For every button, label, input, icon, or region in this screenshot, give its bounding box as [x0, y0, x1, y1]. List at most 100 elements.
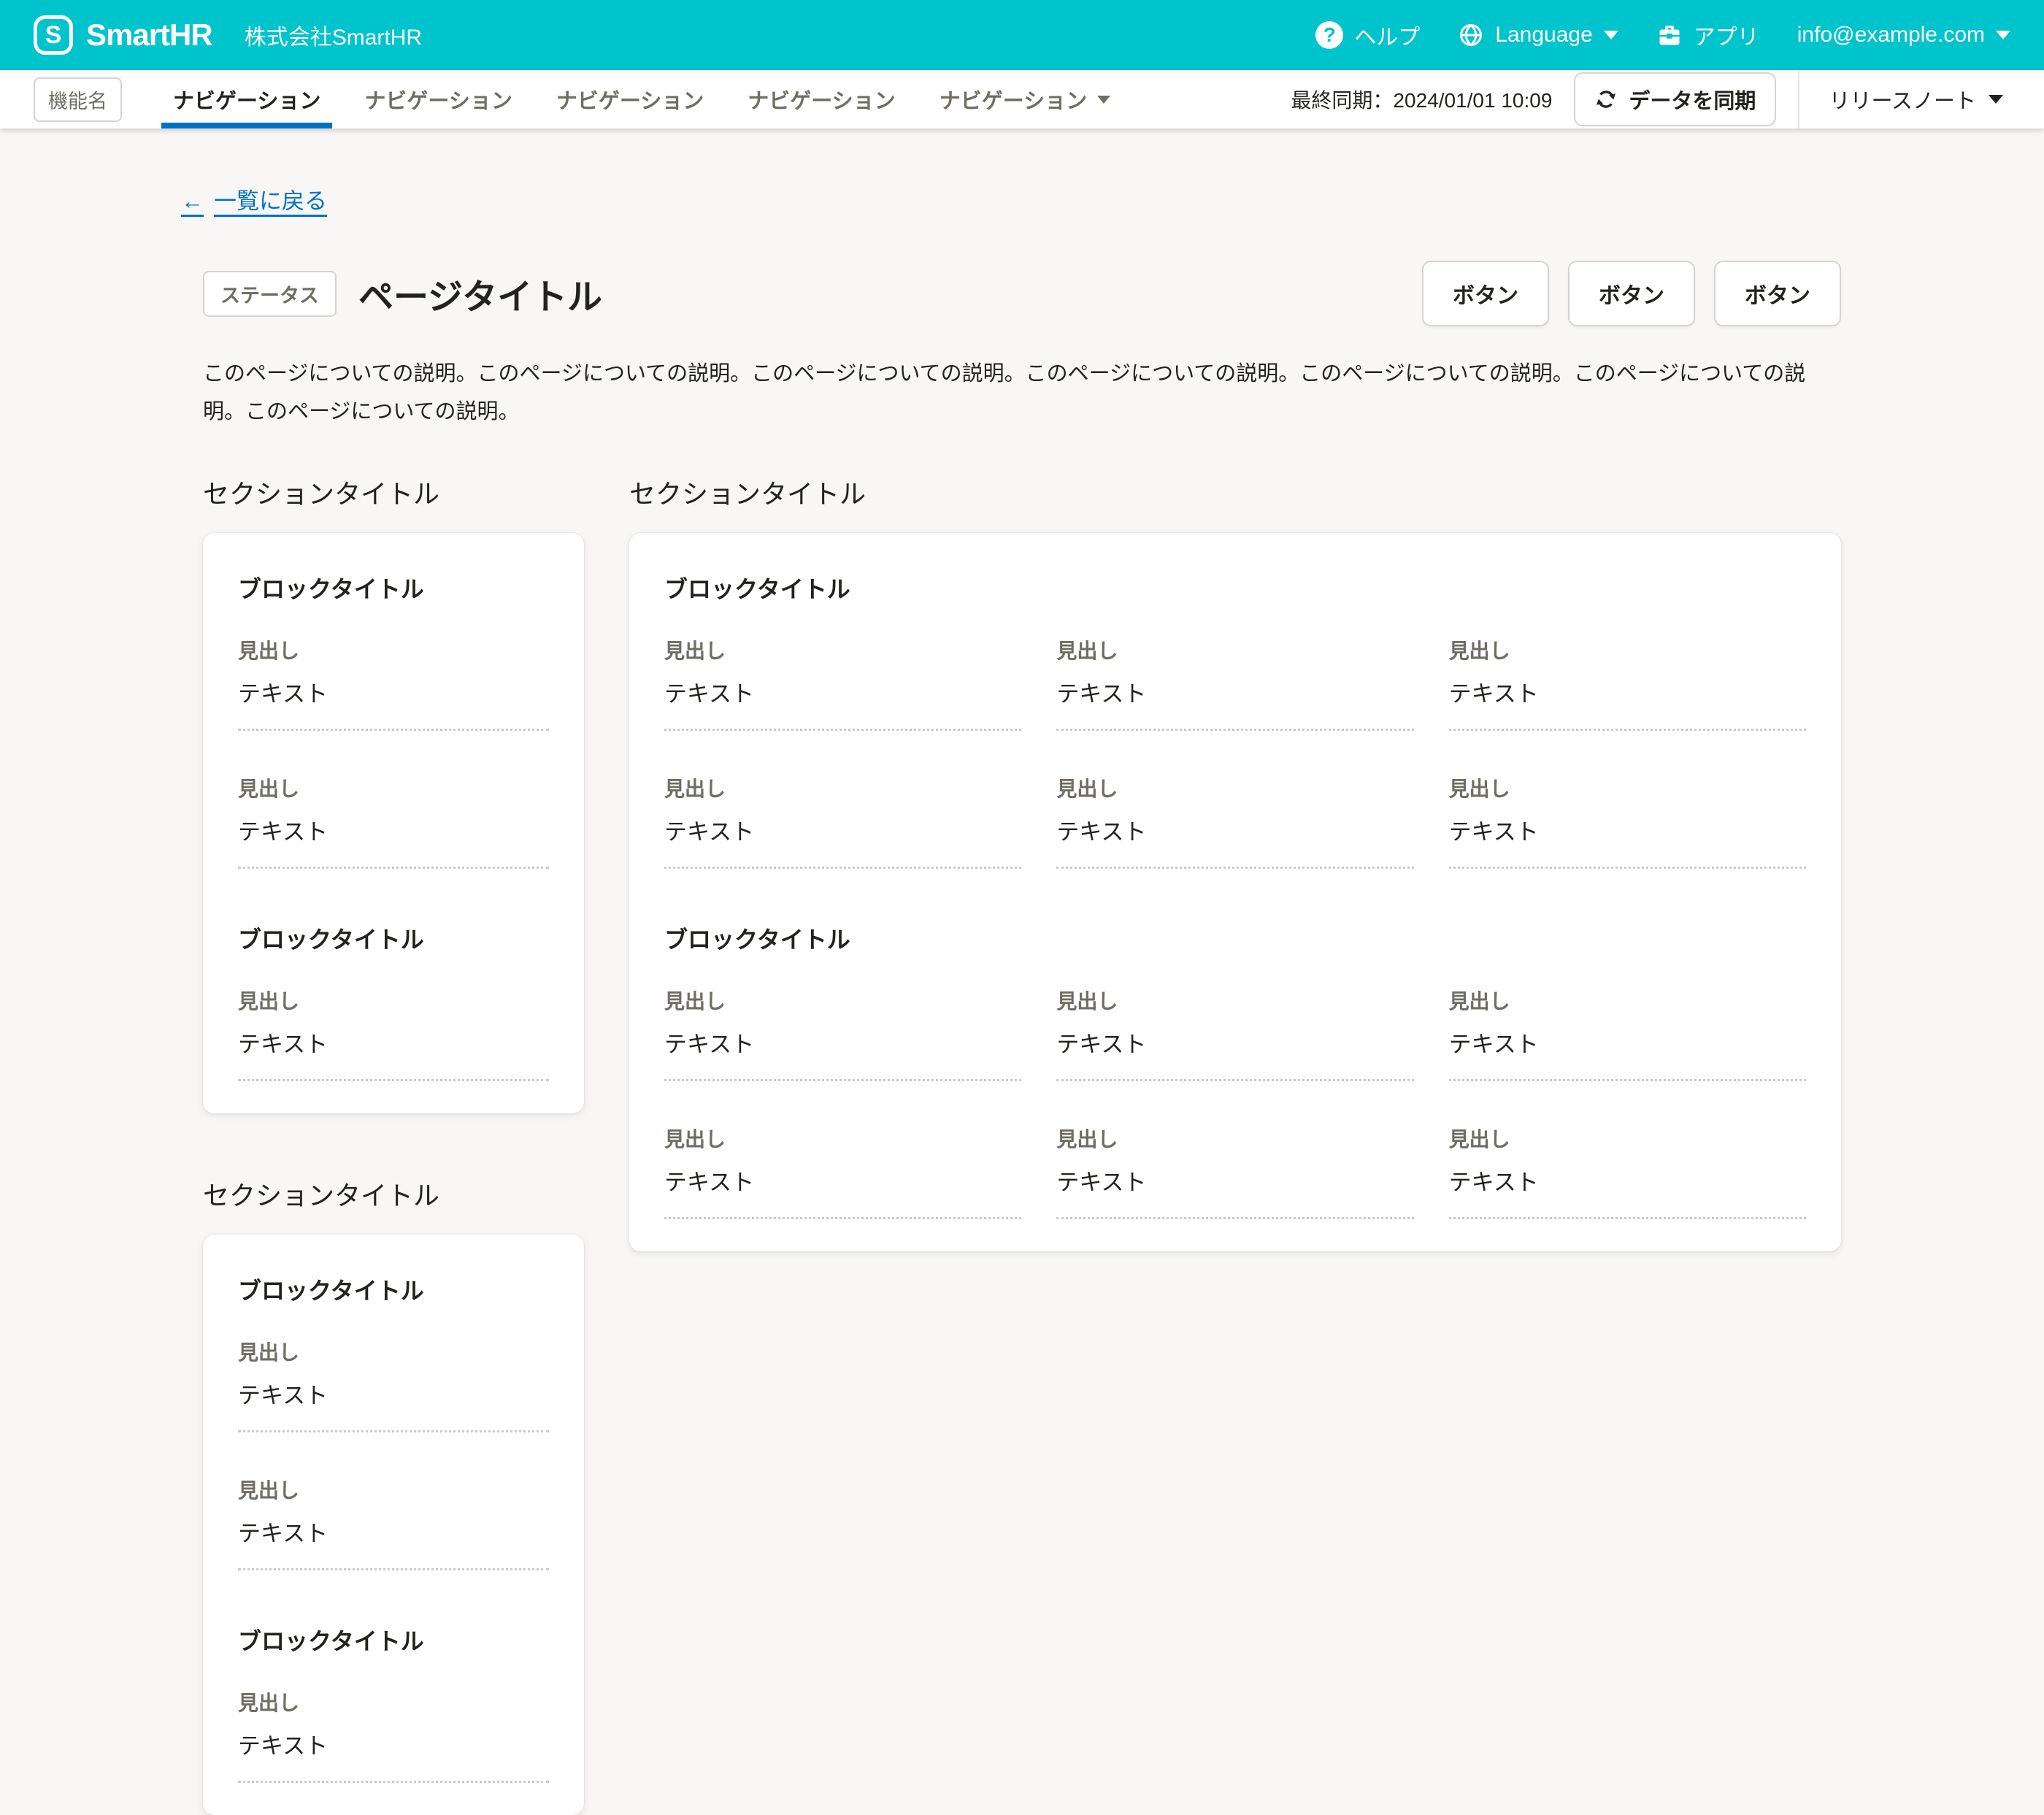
nav-tab-4[interactable]: ナビゲーション	[726, 70, 917, 128]
site-header: S SmartHR 株式会社SmartHR ? ヘルプ Language アプリ…	[0, 0, 2044, 70]
field-group: 見出し テキスト	[1449, 635, 1806, 731]
field-group: 見出し テキスト	[1449, 1124, 1806, 1219]
page-header: ステータス ページタイトル ボタン ボタン ボタン	[203, 261, 1841, 326]
block-title: ブロックタイトル	[238, 921, 549, 955]
field-group: 見出し テキスト	[1056, 1124, 1413, 1219]
release-notes-menu[interactable]: リリースノート	[1821, 84, 2010, 115]
field-group: 見出し テキスト	[238, 635, 549, 731]
apps-menu[interactable]: アプリ	[1656, 19, 1759, 51]
section-2: セクションタイトル ブロックタイトル 見出し テキスト 見出し テキスト	[629, 473, 1841, 1251]
card: ブロックタイトル 見出し テキスト 見出し テキスト ブロックタイトル	[203, 1235, 584, 1815]
nav-tabs: ナビゲーション ナビゲーション ナビゲーション ナビゲーション ナビゲーション	[151, 70, 1132, 128]
header-actions: ? ヘルプ Language アプリ info@example.com	[1315, 19, 2010, 51]
block-title: ブロックタイトル	[238, 1623, 549, 1657]
field-label: 見出し	[1449, 1124, 1806, 1153]
field-group: 見出し テキスト	[238, 1687, 549, 1783]
section-title: セクションタイトル	[203, 1175, 584, 1213]
field-value: テキスト	[664, 813, 1021, 846]
field-value: テキスト	[238, 813, 549, 846]
nav-tab-label: ナビゲーション	[748, 84, 895, 115]
nav-tab-5[interactable]: ナビゲーション	[918, 70, 1132, 128]
account-email: info@example.com	[1797, 23, 1985, 47]
help-menu[interactable]: ? ヘルプ	[1315, 19, 1420, 51]
nav-tab-label: ナビゲーション	[364, 84, 512, 115]
field-value: テキスト	[238, 1727, 549, 1760]
field-group: 見出し テキスト	[238, 986, 549, 1081]
nav-tab-2[interactable]: ナビゲーション	[342, 70, 534, 128]
company-name: 株式会社SmartHR	[245, 19, 422, 51]
account-menu[interactable]: info@example.com	[1797, 23, 2010, 47]
help-label: ヘルプ	[1354, 19, 1420, 51]
field-label: 見出し	[238, 986, 549, 1015]
field-label: 見出し	[1449, 635, 1806, 664]
field-value: テキスト	[1056, 675, 1413, 708]
block: ブロックタイトル 見出し テキスト 見出し テキスト 見出し	[664, 571, 1806, 869]
field-label: 見出し	[238, 635, 549, 664]
field-value: テキスト	[664, 675, 1021, 708]
chevron-down-icon	[1989, 95, 2003, 104]
field-group: 見出し テキスト	[1056, 773, 1413, 869]
action-button-1[interactable]: ボタン	[1422, 261, 1549, 326]
block-title: ブロックタイトル	[664, 571, 1806, 605]
content-columns: セクションタイトル ブロックタイトル 見出し テキスト 見出し テキスト	[203, 473, 1841, 1815]
field-label: 見出し	[664, 986, 1021, 1015]
brand-logo[interactable]: S SmartHR	[34, 15, 212, 55]
field-label: 見出し	[664, 773, 1021, 802]
field-label: 見出し	[664, 635, 1021, 664]
field-group: 見出し テキスト	[1449, 986, 1806, 1081]
field-label: 見出し	[238, 1687, 549, 1716]
chevron-down-icon	[1097, 96, 1110, 104]
language-menu[interactable]: Language	[1458, 22, 1618, 48]
field-value: テキスト	[1056, 1164, 1413, 1197]
field-value: テキスト	[664, 1026, 1021, 1059]
title-group: ステータス ページタイトル	[203, 268, 602, 319]
field-label: 見出し	[238, 1475, 549, 1504]
field-value: テキスト	[238, 1515, 549, 1548]
refresh-icon	[1594, 88, 1618, 111]
field-value: テキスト	[238, 675, 549, 708]
field-group: 見出し テキスト	[1056, 635, 1413, 731]
sync-data-button[interactable]: データを同期	[1574, 72, 1776, 126]
section-title: セクションタイトル	[629, 473, 1841, 511]
status-badge: ステータス	[203, 271, 337, 317]
field-value: テキスト	[1056, 813, 1413, 846]
chevron-down-icon	[1996, 31, 2010, 39]
nav-tab-3[interactable]: ナビゲーション	[534, 70, 726, 128]
language-label: Language	[1495, 23, 1592, 47]
right-column: セクションタイトル ブロックタイトル 見出し テキスト 見出し テキスト	[629, 473, 1841, 1251]
field-label: 見出し	[1056, 635, 1413, 664]
nav-tab-1[interactable]: ナビゲーション	[151, 70, 342, 128]
card: ブロックタイトル 見出し テキスト 見出し テキスト 見出し	[629, 533, 1841, 1251]
left-arrow-icon: ←	[181, 188, 204, 214]
field-group: 見出し テキスト	[664, 635, 1021, 731]
briefcase-icon	[1656, 22, 1683, 48]
left-column: セクションタイトル ブロックタイトル 見出し テキスト 見出し テキスト	[203, 473, 584, 1815]
card: ブロックタイトル 見出し テキスト 見出し テキスト ブロックタイトル	[203, 533, 584, 1113]
nav-tab-label: ナビゲーション	[173, 84, 320, 115]
action-button-3[interactable]: ボタン	[1714, 261, 1841, 326]
block-title: ブロックタイトル	[664, 921, 1806, 955]
field-group: 見出し テキスト	[664, 773, 1021, 869]
action-button-2[interactable]: ボタン	[1568, 261, 1695, 326]
field-group: 見出し テキスト	[1449, 773, 1806, 869]
section-title: セクションタイトル	[203, 473, 584, 511]
block: ブロックタイトル 見出し テキスト 見出し テキスト	[238, 571, 549, 869]
block: ブロックタイトル 見出し テキスト 見出し テキスト	[238, 1273, 549, 1570]
back-to-list-link[interactable]: ←一覧に戻る	[181, 183, 327, 215]
field-value: テキスト	[1056, 1026, 1413, 1059]
field-label: 見出し	[1449, 986, 1806, 1015]
sync-data-label: データを同期	[1629, 84, 1756, 115]
release-notes-label: リリースノート	[1829, 84, 1976, 115]
block: ブロックタイトル 見出し テキスト	[238, 921, 549, 1081]
question-circle-icon: ?	[1315, 21, 1343, 49]
block: ブロックタイトル 見出し テキスト	[238, 1623, 549, 1783]
field-value: テキスト	[1449, 1164, 1806, 1197]
apps-label: アプリ	[1694, 19, 1759, 51]
block-title: ブロックタイトル	[238, 571, 549, 605]
field-value: テキスト	[238, 1026, 549, 1059]
field-label: 見出し	[1449, 773, 1806, 802]
field-label: 見出し	[664, 1124, 1021, 1153]
fields-grid: 見出し テキスト 見出し テキスト 見出し テキスト	[664, 986, 1806, 1219]
fields-grid: 見出し テキスト 見出し テキスト 見出し テキスト	[664, 635, 1806, 869]
main-content: ←一覧に戻る ステータス ページタイトル ボタン ボタン ボタン このページにつ…	[0, 128, 2044, 1815]
